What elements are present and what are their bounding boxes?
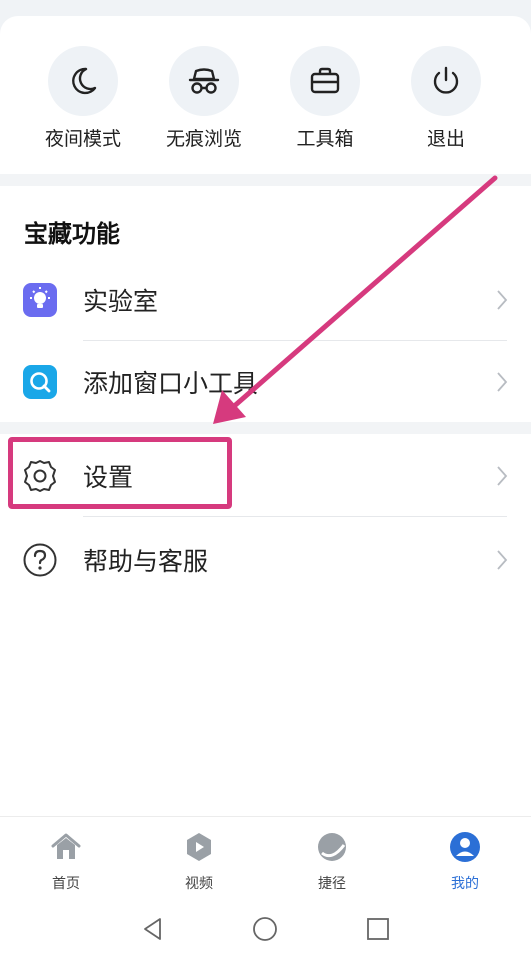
divider: [83, 516, 507, 517]
tab-video-label: 视频: [185, 876, 213, 892]
tab-home-label: 首页: [52, 876, 80, 892]
help-icon: [23, 543, 57, 577]
section-divider: [0, 422, 531, 434]
recents-square-icon[interactable]: [365, 916, 391, 942]
menu-item-add-widget[interactable]: 添加窗口小工具: [0, 342, 531, 422]
home-circle-icon[interactable]: [252, 916, 278, 942]
tab-mine-label: 我的: [451, 876, 479, 892]
tab-mine[interactable]: 我的: [425, 831, 505, 893]
video-icon: [187, 833, 211, 861]
incognito-icon: [188, 68, 220, 94]
section-title: 宝藏功能: [24, 220, 120, 248]
chevron-right-icon: [497, 466, 508, 486]
section-divider: [0, 174, 531, 186]
tab-shortcut-label: 捷径: [318, 876, 346, 892]
settings-highlight-box: [8, 437, 232, 509]
quick-actions: 夜间模式 无痕浏览 工具箱 退出: [0, 46, 531, 166]
incognito-button[interactable]: 无痕浏览: [154, 46, 254, 151]
toolbox-icon: [310, 67, 340, 94]
exit-label: 退出: [426, 128, 465, 150]
night-mode-button[interactable]: 夜间模式: [33, 46, 133, 151]
moon-icon: [72, 67, 97, 95]
system-nav-bar: [0, 900, 531, 960]
incognito-label: 无痕浏览: [165, 128, 242, 150]
tab-home[interactable]: 首页: [26, 831, 106, 893]
menu-item-help[interactable]: 帮助与客服: [0, 520, 531, 600]
toolbox-button[interactable]: 工具箱: [275, 46, 375, 151]
chevron-right-icon: [497, 372, 508, 392]
home-icon: [51, 833, 81, 859]
menu-item-help-label: 帮助与客服: [83, 547, 209, 576]
menu-item-lab-label: 实验室: [83, 287, 159, 316]
lab-bulb-icon: [23, 283, 57, 317]
chevron-right-icon: [497, 290, 508, 310]
back-icon[interactable]: [140, 916, 166, 942]
bottom-tab-bar: 首页 视频 捷径 我的: [0, 816, 531, 900]
tab-shortcut[interactable]: 捷径: [292, 831, 372, 893]
menu-item-add-widget-label: 添加窗口小工具: [83, 369, 259, 398]
power-icon: [433, 66, 459, 94]
menu-item-lab[interactable]: 实验室: [0, 260, 531, 340]
toolbox-label: 工具箱: [296, 128, 354, 150]
widget-search-icon: [23, 365, 57, 399]
shortcut-icon: [318, 833, 346, 861]
chevron-right-icon: [497, 550, 508, 570]
night-mode-label: 夜间模式: [44, 128, 121, 150]
tab-video[interactable]: 视频: [159, 831, 239, 893]
profile-icon: [450, 832, 480, 862]
exit-button[interactable]: 退出: [396, 46, 496, 151]
divider: [83, 340, 507, 341]
